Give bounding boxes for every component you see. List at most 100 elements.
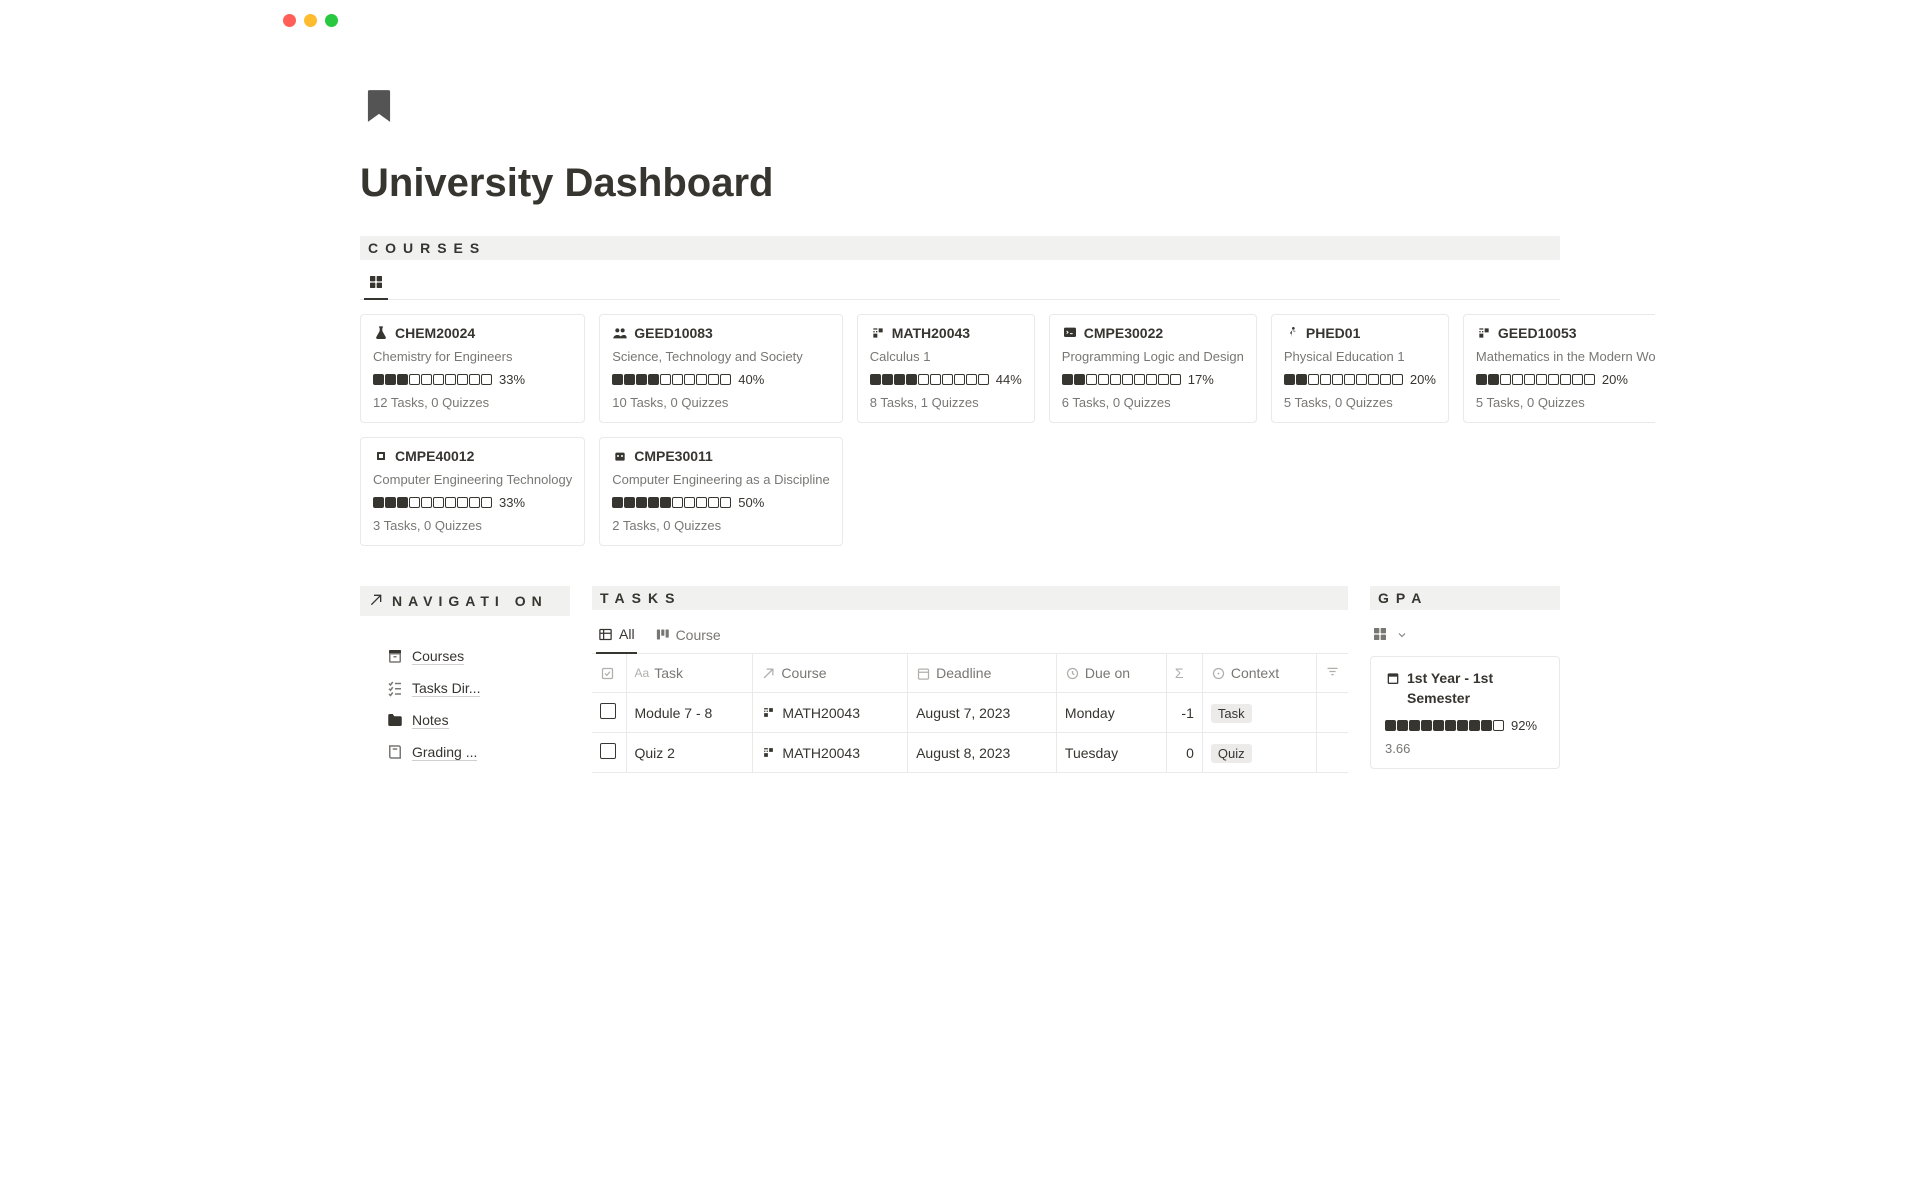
task-tab-course[interactable]: Course [653, 620, 723, 653]
folder-icon [386, 711, 404, 729]
course-pct: 40% [738, 372, 764, 387]
course-code: CMPE40012 [395, 448, 474, 464]
task-sigma: -1 [1166, 693, 1202, 733]
task-due: Monday [1056, 693, 1166, 733]
checklist-icon [386, 679, 404, 697]
gpa-value: 3.66 [1385, 741, 1545, 756]
course-code: GEED10083 [634, 325, 713, 341]
course-code: GEED10053 [1498, 325, 1577, 341]
task-row[interactable]: Quiz 2 MATH20043 August 8, 2023 Tuesday … [592, 733, 1348, 773]
course-pct: 20% [1602, 372, 1628, 387]
course-name: Science, Technology and Society [612, 349, 830, 364]
course-name: Calculus 1 [870, 349, 1022, 364]
task-deadline: August 8, 2023 [908, 733, 1057, 773]
calendar-icon [916, 666, 931, 681]
gallery-icon [368, 274, 384, 290]
course-code: PHED01 [1306, 325, 1360, 341]
course-grid: CHEM20024 Chemistry for Engineers 33% 12… [360, 314, 1560, 546]
course-code: CMPE30011 [634, 448, 713, 464]
minimize-dot[interactable] [304, 14, 317, 27]
course-meta: 12 Tasks, 0 Quizzes [373, 395, 572, 410]
col-task: Task [654, 665, 683, 681]
course-meta: 10 Tasks, 0 Quizzes [612, 395, 830, 410]
calc-icon [761, 705, 776, 720]
maximize-dot[interactable] [325, 14, 338, 27]
people-icon [612, 325, 628, 341]
course-meta: 3 Tasks, 0 Quizzes [373, 518, 572, 533]
course-pct: 33% [499, 495, 525, 510]
target-icon [1211, 666, 1226, 681]
course-code: CMPE30022 [1084, 325, 1163, 341]
gallery-icon [1372, 626, 1388, 642]
course-card-GEED10053[interactable]: GEED10053 Mathematics in the Modern Worl… [1463, 314, 1655, 423]
course-card-CMPE40012[interactable]: CMPE40012 Computer Engineering Technolog… [360, 437, 585, 546]
course-card-PHED01[interactable]: PHED01 Physical Education 1 20% 5 Tasks,… [1271, 314, 1449, 423]
navigation-panel: NAVIGATI ON Courses Tasks Dir... Notes G… [360, 586, 570, 773]
task-tab-all-label: All [619, 626, 635, 642]
course-name: Mathematics in the Modern World [1476, 349, 1655, 364]
course-code: CHEM20024 [395, 325, 475, 341]
task-context: Quiz [1211, 744, 1252, 763]
course-card-CHEM20024[interactable]: CHEM20024 Chemistry for Engineers 33% 12… [360, 314, 585, 423]
nav-item-courses[interactable]: Courses [386, 640, 570, 672]
calc-icon [1476, 325, 1492, 341]
course-card-GEED10083[interactable]: GEED10083 Science, Technology and Societ… [599, 314, 843, 423]
course-pct: 44% [996, 372, 1022, 387]
course-name: Programming Logic and Design [1062, 349, 1244, 364]
task-context: Task [1211, 704, 1252, 723]
course-name: Computer Engineering as a Discipline [612, 472, 830, 487]
col-deadline: Deadline [936, 665, 991, 681]
course-code: MATH20043 [892, 325, 970, 341]
section-header-courses: COURSES [360, 236, 1560, 260]
task-checkbox[interactable] [600, 703, 616, 719]
task-row[interactable]: Module 7 - 8 MATH20043 August 7, 2023 Mo… [592, 693, 1348, 733]
nav-label: Notes [412, 712, 449, 729]
task-tab-all[interactable]: All [596, 620, 637, 654]
sigma-icon: Σ [1175, 665, 1184, 681]
chevron-down-icon [1396, 628, 1408, 640]
calendar-icon [1385, 670, 1401, 708]
nav-label: Grading ... [412, 744, 477, 761]
navigation-label: NAVIGATI ON [392, 590, 548, 612]
table-icon [598, 627, 613, 642]
arrow-icon [761, 666, 776, 681]
arrow-up-right-icon [368, 592, 384, 608]
clock-icon [1065, 666, 1080, 681]
chip-icon [373, 448, 389, 464]
window-titlebar [265, 0, 1655, 41]
filter-icon[interactable] [1325, 664, 1340, 679]
code-icon [1062, 325, 1078, 341]
course-card-CMPE30011[interactable]: CMPE30011 Computer Engineering as a Disc… [599, 437, 843, 546]
course-card-MATH20043[interactable]: MATH20043 Calculus 1 44% 8 Tasks, 1 Quiz… [857, 314, 1035, 423]
nav-item-grading-[interactable]: Grading ... [386, 736, 570, 768]
course-pct: 17% [1188, 372, 1214, 387]
course-meta: 6 Tasks, 0 Quizzes [1062, 395, 1244, 410]
nav-item-notes[interactable]: Notes [386, 704, 570, 736]
task-name: Quiz 2 [626, 733, 753, 773]
gpa-pct: 92% [1511, 718, 1537, 733]
col-course: Course [781, 665, 826, 681]
task-checkbox[interactable] [600, 743, 616, 759]
gpa-card[interactable]: 1st Year - 1st Semester 92% 3.66 [1370, 656, 1560, 769]
gpa-panel: GPA 1st Year - 1st Semester 92% 3.66 [1370, 586, 1560, 773]
gpa-view-selector[interactable] [1370, 620, 1560, 648]
bookmark-icon [360, 81, 398, 131]
nav-item-tasks-dir-[interactable]: Tasks Dir... [386, 672, 570, 704]
robot-icon [612, 448, 628, 464]
course-card-CMPE30022[interactable]: CMPE30022 Programming Logic and Design 1… [1049, 314, 1257, 423]
calc-icon [761, 745, 776, 760]
view-tab-gallery[interactable] [364, 268, 388, 300]
course-pct: 20% [1410, 372, 1436, 387]
section-header-gpa: GPA [1370, 586, 1560, 610]
nav-label: Courses [412, 648, 464, 665]
task-deadline: August 7, 2023 [908, 693, 1057, 733]
close-dot[interactable] [283, 14, 296, 27]
page-title: University Dashboard [360, 161, 1560, 206]
course-meta: 5 Tasks, 0 Quizzes [1476, 395, 1655, 410]
course-name: Computer Engineering Technology [373, 472, 572, 487]
col-due: Due on [1085, 665, 1130, 681]
course-pct: 33% [499, 372, 525, 387]
flask-icon [373, 325, 389, 341]
gpa-card-title: 1st Year - 1st Semester [1407, 669, 1545, 708]
task-course: MATH20043 [782, 745, 860, 761]
